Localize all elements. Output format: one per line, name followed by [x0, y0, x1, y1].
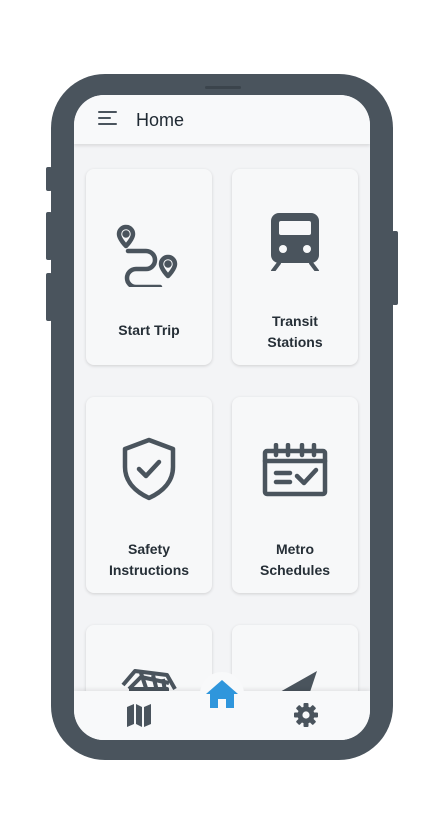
start-trip-label: Start Trip: [118, 322, 180, 338]
gear-icon[interactable]: [293, 702, 319, 728]
nav-home[interactable]: [200, 672, 244, 716]
start-trip-card[interactable]: Start Trip: [86, 169, 212, 365]
safety-instructions-label: Safety Instructions: [86, 539, 212, 581]
train-icon: [271, 213, 319, 271]
safety-instructions-card[interactable]: Safety Instructions: [86, 397, 212, 593]
phone-speaker: [205, 86, 241, 89]
app-header: Home: [74, 95, 370, 144]
metro-label-line2: Schedules: [259, 562, 331, 578]
shield-check-icon: [122, 437, 176, 501]
transit-stations-card[interactable]: Transit Stations: [232, 169, 358, 365]
map-icon[interactable]: [126, 703, 152, 727]
route-icon: [116, 224, 178, 287]
transit-stations-label: Transit Stations: [232, 311, 358, 353]
home-icon[interactable]: [205, 679, 239, 709]
nav-map[interactable]: [126, 703, 152, 732]
metro-schedules-label: Metro Schedules: [232, 539, 358, 581]
menu-icon[interactable]: [98, 111, 118, 127]
page-title: Home: [136, 110, 185, 130]
nav-settings[interactable]: [293, 702, 319, 733]
transit-label-line1: Transit: [272, 313, 318, 329]
metro-schedules-card[interactable]: Metro Schedules: [232, 397, 358, 593]
safety-label-line2: Instructions: [108, 562, 190, 578]
transit-label-line2: Stations: [267, 334, 323, 350]
safety-label-line1: Safety: [127, 541, 171, 557]
metro-label-line1: Metro: [275, 541, 315, 557]
calendar-check-icon: [262, 443, 328, 497]
app-screen: Home Start Trip Transit Stations Safety …: [74, 95, 370, 740]
